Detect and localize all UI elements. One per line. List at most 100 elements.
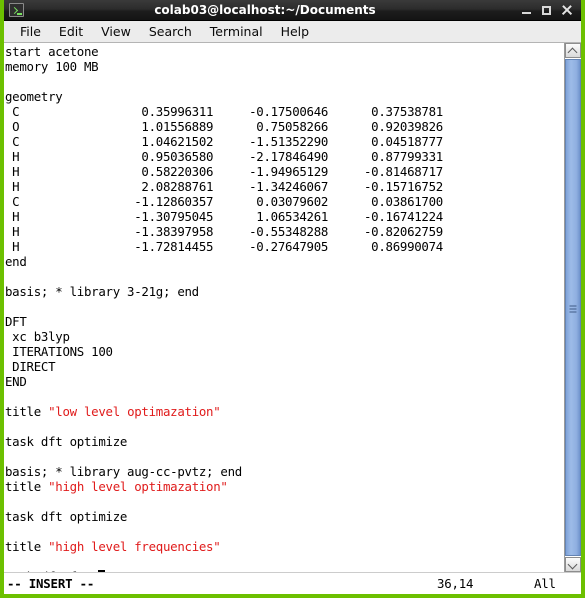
buffer-line-text xyxy=(5,494,12,509)
buffer-line: start acetone xyxy=(5,44,564,59)
terminal-window: colab03@localhost:~/Documents File Edit … xyxy=(0,0,585,598)
buffer-line: DIRECT xyxy=(5,359,564,374)
buffer-line-text: memory 100 MB xyxy=(5,59,99,74)
terminal-icon xyxy=(9,3,24,17)
menu-item-view[interactable]: View xyxy=(92,23,140,41)
buffer-line xyxy=(5,389,564,404)
menu-item-edit[interactable]: Edit xyxy=(50,23,92,41)
cursor-position-display: 36,14 xyxy=(437,576,474,591)
buffer-line-text: O 1.01556889 0.75058266 0.92039826 xyxy=(5,119,443,134)
buffer-line-text: H -1.30795045 1.06534261 -0.16741224 xyxy=(5,209,443,224)
buffer-line: memory 100 MB xyxy=(5,59,564,74)
menu-item-terminal[interactable]: Terminal xyxy=(201,23,272,41)
maximize-icon[interactable] xyxy=(541,5,552,16)
buffer-line-string: "high level optimazation" xyxy=(48,479,228,494)
buffer-line-text: geometry xyxy=(5,89,63,104)
buffer-line: C 0.35996311 -0.17500646 0.37538781 xyxy=(5,104,564,119)
buffer-line-text: start acetone xyxy=(5,44,99,59)
window-title: colab03@localhost:~/Documents xyxy=(154,3,376,17)
buffer-line: H 0.58220306 -1.94965129 -0.81468717 xyxy=(5,164,564,179)
buffer-line-text: H -1.72814455 -0.27647905 0.86990074 xyxy=(5,239,443,254)
buffer-line xyxy=(5,299,564,314)
buffer-line: H -1.38397958 -0.55348288 -0.82062759 xyxy=(5,224,564,239)
buffer-line-text: title xyxy=(5,479,49,494)
buffer-line: end xyxy=(5,254,564,269)
terminal-area: start acetone memory 100 MB geometry C 0.… xyxy=(4,43,581,572)
buffer-line-text xyxy=(5,449,12,464)
vim-status-bar: -- INSERT -- 36,14 All xyxy=(4,572,581,594)
titlebar[interactable]: colab03@localhost:~/Documents xyxy=(4,0,581,21)
buffer-line xyxy=(5,554,564,569)
buffer-line-text xyxy=(5,299,12,314)
buffer-line-text xyxy=(5,74,12,89)
menubar: File Edit View Search Terminal Help xyxy=(4,21,581,43)
menu-item-search[interactable]: Search xyxy=(140,23,201,41)
menu-item-help[interactable]: Help xyxy=(272,23,319,41)
buffer-line-text: H -1.38397958 -0.55348288 -0.82062759 xyxy=(5,224,443,239)
buffer-line: basis; * library aug-cc-pvtz; end xyxy=(5,464,564,479)
buffer-line-text: H 0.58220306 -1.94965129 -0.81468717 xyxy=(5,164,443,179)
buffer-line: basis; * library 3-21g; end xyxy=(5,284,564,299)
minimize-icon[interactable] xyxy=(521,5,532,16)
buffer-line: geometry xyxy=(5,89,564,104)
buffer-line: title "low level optimazation" xyxy=(5,404,564,419)
buffer-line: H -1.30795045 1.06534261 -0.16741224 xyxy=(5,209,564,224)
buffer-line-text: C 1.04621502 -1.51352290 0.04518777 xyxy=(5,134,443,149)
scrollbar-track[interactable] xyxy=(565,58,581,557)
buffer-line-text: task dft optimize xyxy=(5,434,128,449)
buffer-line-text: title xyxy=(5,404,49,419)
buffer-line xyxy=(5,449,564,464)
buffer-line xyxy=(5,269,564,284)
buffer-line: task dft optimize xyxy=(5,434,564,449)
buffer-line-text xyxy=(5,524,12,539)
buffer-line-text xyxy=(5,269,12,284)
scrollbar-grip xyxy=(569,305,577,312)
buffer-line-string: "low level optimazation" xyxy=(48,404,221,419)
buffer-line: C 1.04621502 -1.51352290 0.04518777 xyxy=(5,134,564,149)
buffer-line: title "high level frequencies" xyxy=(5,539,564,554)
buffer-line xyxy=(5,494,564,509)
buffer-line-text: task dft optimize xyxy=(5,509,128,524)
scrollbar-thumb[interactable] xyxy=(565,59,581,556)
buffer-line-text: ITERATIONS 100 xyxy=(5,344,113,359)
buffer-line: O 1.01556889 0.75058266 0.92039826 xyxy=(5,119,564,134)
buffer-line xyxy=(5,74,564,89)
buffer-line-text xyxy=(5,389,12,404)
buffer-line: title "high level optimazation" xyxy=(5,479,564,494)
buffer-line: END xyxy=(5,374,564,389)
buffer-line: C -1.12860357 0.03079602 0.03861700 xyxy=(5,194,564,209)
buffer-line-text: C -1.12860357 0.03079602 0.03861700 xyxy=(5,194,443,209)
vim-editor-buffer[interactable]: start acetone memory 100 MB geometry C 0.… xyxy=(4,43,564,572)
buffer-line: H 2.08288761 -1.34246067 -0.15716752 xyxy=(5,179,564,194)
window-controls xyxy=(521,5,577,16)
buffer-line-text: DIRECT xyxy=(5,359,56,374)
buffer-line: task dft optimize xyxy=(5,509,564,524)
buffer-line-text: title xyxy=(5,539,49,554)
buffer-line: H -1.72814455 -0.27647905 0.86990074 xyxy=(5,239,564,254)
vim-mode-indicator: -- INSERT -- xyxy=(7,576,95,591)
scrollbar[interactable] xyxy=(564,43,581,572)
buffer-line-text xyxy=(5,419,12,434)
buffer-line: DFT xyxy=(5,314,564,329)
buffer-line-text: H 2.08288761 -1.34246067 -0.15716752 xyxy=(5,179,443,194)
chevron-up-icon[interactable] xyxy=(565,43,581,58)
buffer-line-text: H 0.95036580 -2.17846490 0.87799331 xyxy=(5,149,443,164)
buffer-line-text: basis; * library 3-21g; end xyxy=(5,284,199,299)
buffer-line-text: C 0.35996311 -0.17500646 0.37538781 xyxy=(5,104,443,119)
buffer-line xyxy=(5,419,564,434)
buffer-line: xc b3lyp xyxy=(5,329,564,344)
buffer-line-text xyxy=(5,554,12,569)
buffer-line: H 0.95036580 -2.17846490 0.87799331 xyxy=(5,149,564,164)
buffer-line: ITERATIONS 100 xyxy=(5,344,564,359)
buffer-line-text: DFT xyxy=(5,314,27,329)
buffer-line xyxy=(5,524,564,539)
buffer-line-text: END xyxy=(5,374,27,389)
buffer-line-text: xc b3lyp xyxy=(5,329,70,344)
buffer-line-text: end xyxy=(5,254,27,269)
scroll-position-display: All xyxy=(534,576,556,591)
chevron-down-icon[interactable] xyxy=(565,557,581,572)
close-icon[interactable] xyxy=(561,5,572,16)
buffer-line-text: basis; * library aug-cc-pvtz; end xyxy=(5,464,242,479)
menu-item-file[interactable]: File xyxy=(11,23,50,41)
buffer-line-string: "high level frequencies" xyxy=(48,539,221,554)
